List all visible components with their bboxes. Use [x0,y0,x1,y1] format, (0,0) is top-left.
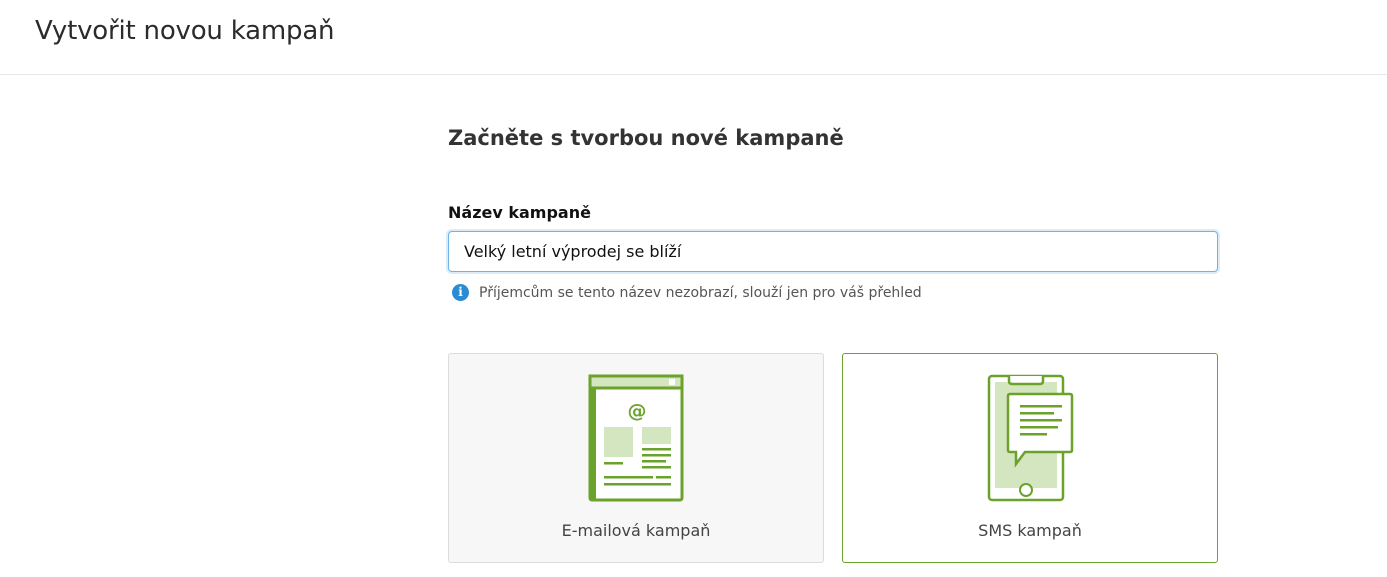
sms-campaign-label: SMS kampaň [978,521,1082,540]
sms-phone-icon [987,374,1074,502]
email-campaign-card[interactable]: @ E-mailová kampaň [448,353,824,563]
campaign-name-input[interactable] [448,231,1218,272]
hint-text: Příjemcům se tento název nezobrazí, slou… [479,284,922,301]
page-title: Vytvořit novou kampaň [35,16,335,46]
info-icon: i [452,284,469,301]
svg-text:@: @ [628,400,647,422]
email-campaign-label: E-mailová kampaň [561,521,711,540]
campaign-name-label: Název kampaně [448,203,591,222]
sms-campaign-card[interactable]: SMS kampaň [842,353,1218,563]
header-bar: Vytvořit novou kampaň [0,0,1387,75]
form-subheading: Začněte s tvorbou nové kampaně [448,126,844,150]
campaign-name-hint: i Příjemcům se tento název nezobrazí, sl… [452,284,922,301]
email-newsletter-icon: @ [588,374,684,502]
